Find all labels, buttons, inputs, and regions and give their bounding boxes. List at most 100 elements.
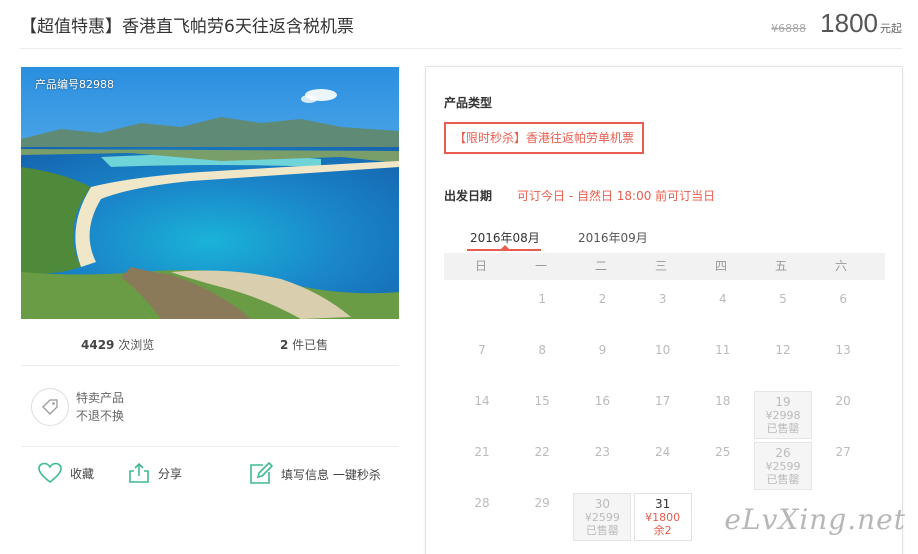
day-number: 20 <box>835 394 851 408</box>
share-button[interactable]: 分享 <box>128 462 182 484</box>
sold-stat: 2 件已售 <box>280 336 328 353</box>
price-block: ¥6888 1800 元起 <box>771 8 902 39</box>
day-number: 24 <box>654 445 671 459</box>
day-number: 18 <box>715 394 731 408</box>
day-number: 23 <box>594 445 611 459</box>
product-type-label: 产品类型 <box>444 96 493 110</box>
weekday-mon: 一 <box>534 259 547 273</box>
tab-month-aug[interactable]: 2016年08月 <box>470 229 540 246</box>
day-number: 25 <box>715 445 731 459</box>
calendar-day: 7 <box>453 340 511 388</box>
sold-label: 件已售 <box>288 338 329 352</box>
caret-up-icon <box>501 245 509 249</box>
day-number: 5 <box>779 292 787 306</box>
day-price: ¥2599 <box>584 511 620 524</box>
divider <box>20 48 902 49</box>
calendar-day: 24 <box>634 442 692 490</box>
special-line2: 不退不换 <box>76 409 125 423</box>
quick-book-button[interactable]: 填写信息 一键秒杀 <box>249 462 381 486</box>
calendar-day: 15 <box>513 391 571 439</box>
day-number: 13 <box>835 343 851 357</box>
product-photo[interactable]: 产品编号82988 <box>21 67 399 319</box>
day-number: 4 <box>718 292 727 306</box>
calendar-day: 4 <box>694 289 752 337</box>
weekday-sat: 六 <box>834 259 847 273</box>
day-number: 1 <box>538 292 546 306</box>
day-number: 3 <box>658 292 667 306</box>
calendar-day: 29 <box>513 493 571 541</box>
day-number: 14 <box>474 394 490 408</box>
calendar-day: 9 <box>573 340 631 388</box>
calendar-day: 1 <box>513 289 571 337</box>
heart-icon <box>38 462 62 484</box>
favorite-button[interactable]: 收藏 <box>38 462 94 484</box>
day-number: 2 <box>598 292 607 306</box>
day-number: 15 <box>534 394 550 408</box>
price-unit: 元起 <box>880 22 902 35</box>
day-number: 12 <box>775 343 791 357</box>
divider <box>21 365 399 366</box>
tab-month-sep[interactable]: 2016年09月 <box>578 229 648 246</box>
calendar-day[interactable]: 31 ¥1800 余2 <box>633 493 692 541</box>
calendar-day: 10 <box>634 340 692 388</box>
day-number: 11 <box>715 343 731 357</box>
day-number: 19 <box>775 395 791 409</box>
day-number: 27 <box>835 445 851 459</box>
calendar-day: 16 <box>573 391 631 439</box>
day-number: 6 <box>839 292 847 306</box>
price-tag-icon <box>42 399 58 415</box>
calendar-day: 17 <box>634 391 692 439</box>
day-number: 29 <box>534 496 550 510</box>
day-price: ¥2599 <box>765 460 801 473</box>
special-product-icon <box>31 388 69 426</box>
original-price: ¥6888 <box>771 22 807 35</box>
weekday-fri: 五 <box>774 259 787 273</box>
day-number: 21 <box>474 445 490 459</box>
sale-price: 1800 <box>820 8 878 38</box>
beach-landscape-image <box>21 67 399 319</box>
departure-note: 可订今日 - 自然日 18:00 前可订当日 <box>517 189 716 203</box>
day-availability: 已售罄 <box>766 422 800 435</box>
calendar-day: 30 ¥2599 已售罄 <box>573 493 632 541</box>
calendar-day: 20 <box>814 391 872 439</box>
calendar-day: 8 <box>513 340 571 388</box>
calendar-day: 21 <box>453 442 511 490</box>
divider <box>21 446 399 447</box>
edit-icon <box>250 462 273 484</box>
special-product-info: 特卖产品 不退不换 <box>76 389 124 425</box>
day-number: 16 <box>594 394 611 408</box>
calendar-day: 19 ¥2998 已售罄 <box>754 391 812 439</box>
calendar-day: 26 ¥2599 已售罄 <box>754 442 812 490</box>
product-title: 【超值特惠】香港直飞帕劳6天往返含税机票 <box>20 17 354 37</box>
day-number: 26 <box>775 446 791 460</box>
calendar-day: 14 <box>453 391 511 439</box>
calendar-day: 12 <box>754 340 812 388</box>
special-line1: 特卖产品 <box>76 391 125 405</box>
day-number: 28 <box>474 496 490 510</box>
calendar-day: 27 <box>814 442 872 490</box>
weekday-wed: 三 <box>654 259 667 273</box>
day-number: 17 <box>654 394 671 408</box>
watermark: eLvXing.net <box>724 503 906 536</box>
day-number: 31 <box>654 497 671 511</box>
day-availability: 已售罄 <box>585 524 619 537</box>
calendar-day: 13 <box>814 340 872 388</box>
calendar-day: 18 <box>694 391 752 439</box>
day-number: 30 <box>594 497 611 511</box>
views-count: 4429 <box>81 338 115 352</box>
departure-date-label: 出发日期 <box>444 189 493 203</box>
action-bar: 收藏 分享 填写信息 一键秒杀 <box>21 462 399 492</box>
day-price: ¥2998 <box>765 409 801 422</box>
product-option-button[interactable]: 【限时秒杀】香港往返帕劳单机票 <box>444 122 645 154</box>
calendar-day: 28 <box>453 493 511 541</box>
favorite-label: 收藏 <box>70 466 95 481</box>
day-availability: 余2 <box>653 524 672 537</box>
calendar-day: 11 <box>694 340 752 388</box>
day-number: 8 <box>538 343 546 357</box>
calendar-day: 22 <box>513 442 571 490</box>
day-availability: 已售罄 <box>766 473 800 486</box>
weekday-thu: 四 <box>714 259 727 273</box>
booking-panel: 产品类型 【限时秒杀】香港往返帕劳单机票 出发日期 可订今日 - 自然日 18:… <box>425 66 903 554</box>
day-price: ¥1800 <box>645 511 681 524</box>
views-stat: 4429 次浏览 <box>81 336 154 353</box>
